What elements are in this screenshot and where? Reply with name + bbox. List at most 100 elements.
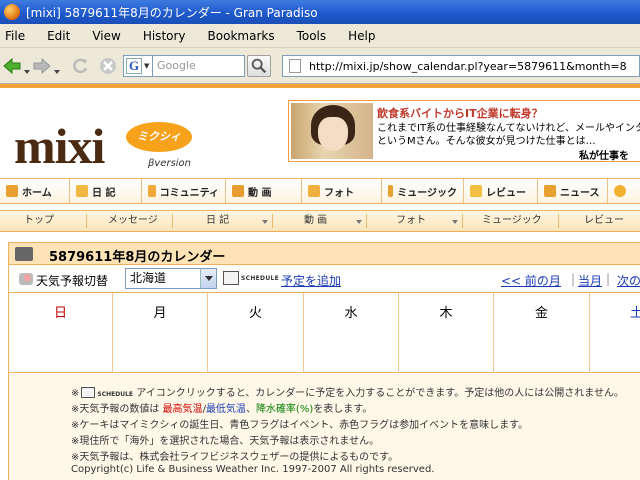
ad-banner[interactable]: 飲食系バイトからIT企業に転身？ これまでIT系の仕事経験なんてないけれど、メー… xyxy=(288,100,640,162)
note-icons: ※ケーキはマイミクシィの誕生日、青色フラグはイベント、赤色フラグは参加イベントを… xyxy=(71,420,529,431)
chevron-down-icon: ▼ xyxy=(144,62,150,70)
note-text: ※天気予報の数値は xyxy=(71,404,163,415)
nav-separator: | xyxy=(606,272,611,286)
chevron-down-icon[interactable] xyxy=(200,269,216,288)
max-temp-label: 最高気温 xyxy=(162,404,203,415)
address-bar[interactable]: http://mixi.jp/show_calendar.pl?year=587… xyxy=(282,55,640,77)
header-accent-band xyxy=(0,84,640,88)
logo-beta: βversion xyxy=(148,158,192,169)
subnav-divider xyxy=(366,214,367,228)
weekday-sunday: 日 xyxy=(9,293,113,373)
folder-icon xyxy=(308,185,320,197)
nav-label: コミュニティ xyxy=(159,187,219,199)
subnav-music[interactable]: ミュージック xyxy=(482,211,542,231)
weekday-label: 日 xyxy=(53,306,67,321)
weekday-friday: 金 xyxy=(494,293,590,373)
region-select[interactable]: 北海道 xyxy=(125,268,217,289)
subnav-top[interactable]: トップ xyxy=(24,211,54,231)
nav-separator: | xyxy=(571,272,576,286)
menu-history[interactable]: History xyxy=(132,29,197,43)
calendar-controls: 天気予報切替 北海道 SCHEDULE 予定を追加 << 前の月 | 当月 | … xyxy=(9,265,640,293)
nav-label: 日 記 xyxy=(92,187,116,199)
chat-bubble-icon xyxy=(148,185,156,197)
google-icon: G xyxy=(126,58,142,74)
main-navigation: ホーム 日 記 コミュニティ 動 画 フォト ミュージック レビュー ニュース xyxy=(0,178,640,204)
nav-label: ホーム xyxy=(22,187,52,199)
weather-icon xyxy=(19,273,33,285)
prev-month-link[interactable]: << 前の月 xyxy=(501,272,561,289)
nav-music[interactable]: ミュージック xyxy=(382,179,464,203)
subnav-message[interactable]: メッセージ xyxy=(108,211,158,231)
menu-file[interactable]: File xyxy=(0,29,36,43)
home-icon xyxy=(6,185,18,197)
note-overseas: ※現住所で「海外」を選択された場合、天気予報は表示されません。 xyxy=(71,436,380,447)
nav-review[interactable]: レビュー xyxy=(464,179,538,203)
nav-photo[interactable]: フォト xyxy=(302,179,382,203)
weekday-saturday: 土 xyxy=(590,293,640,373)
subnav-photo[interactable]: フォト xyxy=(396,211,426,231)
nav-home[interactable]: ホーム xyxy=(0,179,70,203)
weekday-label: 土 xyxy=(630,306,640,321)
nav-label: フォト xyxy=(324,187,354,199)
schedule-icon-label: SCHEDULE xyxy=(241,275,280,282)
subnav-diary[interactable]: 日 記 xyxy=(206,211,229,231)
note-schedule: ※ SCHEDULE アイコンクリックすると、カレンダーに予定を入力することができ… xyxy=(71,384,624,399)
menu-bar: File Edit View History Bookmarks Tools H… xyxy=(0,24,640,48)
logo-wordmark: mixi xyxy=(14,118,105,174)
stop-icon[interactable] xyxy=(98,56,118,76)
weather-toggle-label: 天気予報切替 xyxy=(36,274,109,288)
ad-footer: 私が仕事を xyxy=(579,151,629,162)
navigation-toolbar: G ▼ Google http://mixi.jp/show_calendar.… xyxy=(0,48,640,84)
forward-arrow-icon[interactable] xyxy=(32,56,52,76)
note-text: アイコンクリックすると、カレンダーに予定を入力することができます。予定は他の人に… xyxy=(136,388,625,399)
add-schedule-link[interactable]: 予定を追加 xyxy=(281,272,341,289)
menu-edit[interactable]: Edit xyxy=(36,29,81,43)
schedule-icon-label: SCHEDULE xyxy=(97,391,134,398)
menu-help[interactable]: Help xyxy=(337,29,386,43)
menu-bookmarks[interactable]: Bookmarks xyxy=(197,29,286,43)
subnav-divider xyxy=(272,214,273,228)
calendar-title: 5879611年8月のカレンダー xyxy=(49,250,226,265)
weekday-thursday: 木 xyxy=(399,293,494,373)
star-icon xyxy=(470,185,482,197)
logo-bubble: ミクシィ xyxy=(126,122,192,152)
nav-video[interactable]: 動 画 xyxy=(226,179,302,203)
chevron-down-icon[interactable] xyxy=(262,220,268,224)
schedule-icon[interactable] xyxy=(223,271,239,285)
schedule-icon xyxy=(81,387,96,398)
nav-community[interactable]: コミュニティ xyxy=(142,179,226,203)
flower-icon xyxy=(614,185,626,197)
search-button[interactable] xyxy=(247,55,271,77)
next-month-link[interactable]: 次の xyxy=(617,272,640,289)
firefox-icon xyxy=(4,4,20,20)
nav-label: ミュージック xyxy=(397,187,457,199)
nav-label: 動 画 xyxy=(248,187,272,199)
chevron-down-icon[interactable] xyxy=(452,220,458,224)
nav-diary[interactable]: 日 記 xyxy=(70,179,142,203)
weekday-label: 火 xyxy=(248,306,262,321)
weekday-label: 金 xyxy=(534,306,548,321)
search-engine-selector[interactable]: G ▼ xyxy=(123,55,153,77)
calendar-icon xyxy=(15,247,33,261)
weekday-label: 月 xyxy=(153,306,167,321)
mixi-logo[interactable]: mixi ミクシィ βversion xyxy=(14,118,214,178)
search-input[interactable]: Google xyxy=(153,55,245,77)
current-month-link[interactable]: 当月 xyxy=(578,272,602,289)
url-text: http://mixi.jp/show_calendar.pl?year=587… xyxy=(309,59,627,73)
forward-history-dropdown-icon[interactable] xyxy=(54,62,60,82)
rain-prob-label: 降水確率(%) xyxy=(255,404,314,415)
nav-more[interactable] xyxy=(608,179,640,203)
menu-view[interactable]: View xyxy=(81,29,131,43)
ad-photo xyxy=(291,103,373,159)
calendar-header: 5879611年8月のカレンダー xyxy=(9,243,640,265)
reload-icon[interactable] xyxy=(70,56,90,76)
subnav-review[interactable]: レビュー xyxy=(584,211,624,231)
back-history-dropdown-icon[interactable] xyxy=(24,62,30,82)
nav-news[interactable]: ニュース xyxy=(538,179,608,203)
menu-tools[interactable]: Tools xyxy=(286,29,338,43)
weekday-wednesday: 水 xyxy=(304,293,399,373)
music-icon xyxy=(388,185,394,197)
subnav-video[interactable]: 動 画 xyxy=(304,211,327,231)
chevron-down-icon[interactable] xyxy=(356,220,362,224)
back-arrow-icon[interactable] xyxy=(2,56,22,76)
